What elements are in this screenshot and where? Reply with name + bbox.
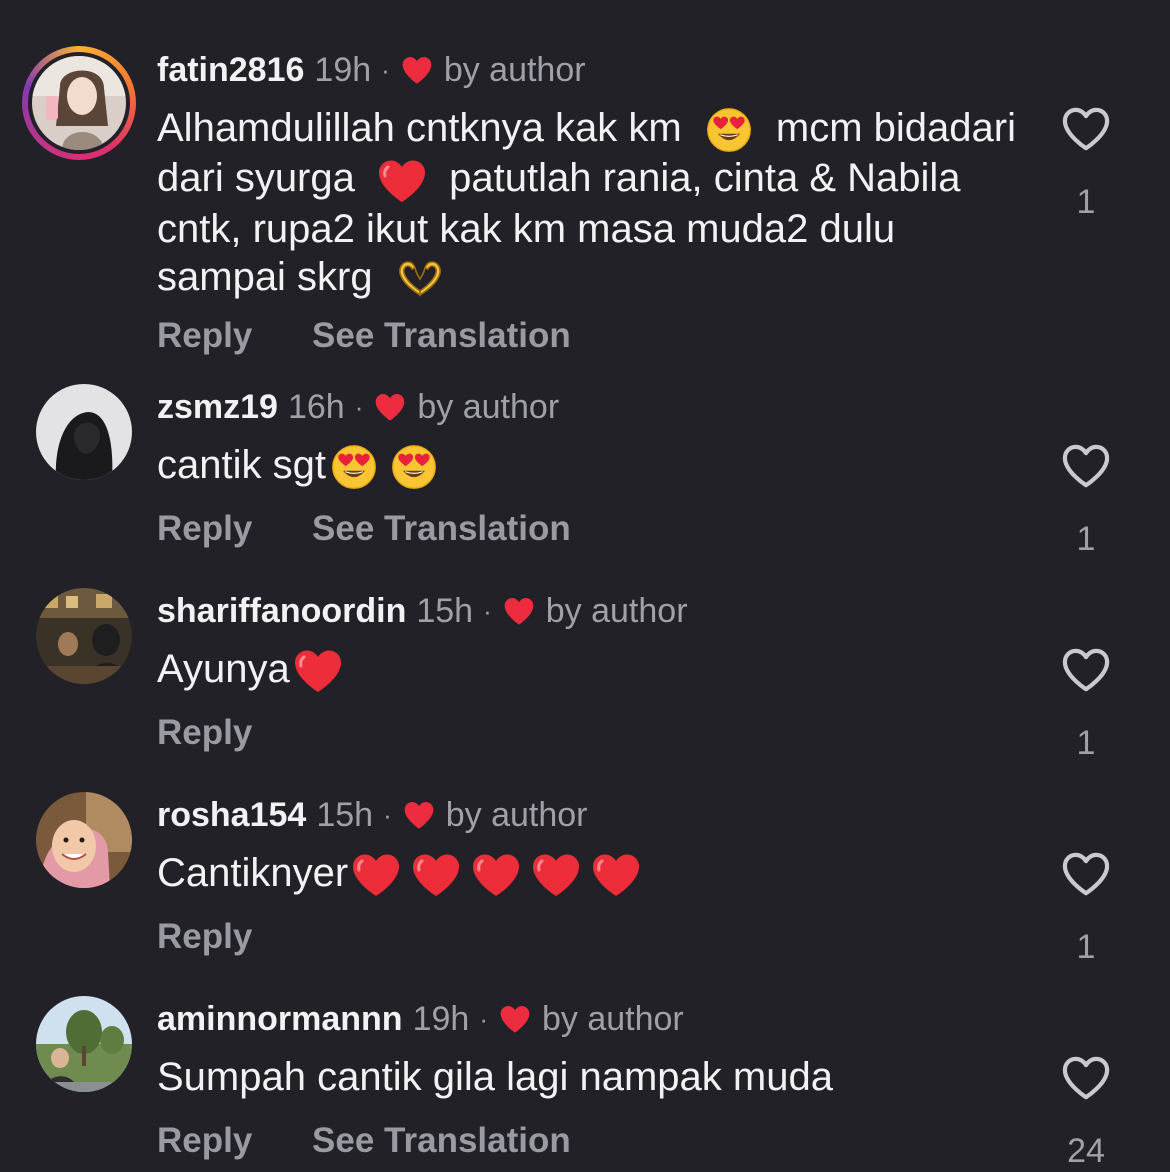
- like-heart-icon[interactable]: [1060, 106, 1112, 152]
- username[interactable]: fatin2816: [157, 50, 304, 90]
- heart-eyes-emoji: [388, 443, 440, 491]
- comment-text: Ayunya: [157, 645, 1017, 695]
- liked-by-author-label: by author: [417, 388, 560, 426]
- see-translation-button[interactable]: See Translation: [312, 1121, 571, 1161]
- timestamp: 19h: [412, 1000, 470, 1038]
- like-count: 24: [1067, 1132, 1105, 1170]
- reply-button[interactable]: Reply: [157, 316, 252, 356]
- comment-meta: aminnormannn 19h · by author: [157, 999, 684, 1039]
- avatar-image: [36, 384, 132, 480]
- reply-button[interactable]: Reply: [157, 713, 252, 753]
- comment-meta: shariffanoordin 15h · by author: [157, 591, 688, 631]
- liked-by-author-heart-icon: [402, 800, 436, 830]
- liked-by-author-label: by author: [443, 51, 586, 89]
- heart-eyes-emoji: [328, 443, 380, 491]
- like-heart-icon[interactable]: [1060, 1055, 1112, 1101]
- username[interactable]: zsmz19: [157, 387, 278, 427]
- comment-actions: Reply See Translation: [157, 316, 571, 356]
- like-heart-icon[interactable]: [1060, 647, 1112, 693]
- like-heart-icon[interactable]: [1060, 851, 1112, 897]
- timestamp: 16h: [287, 388, 345, 426]
- comment-text-part: cantik sgt: [157, 443, 326, 487]
- comment-actions: Reply See Translation: [157, 509, 571, 549]
- liked-by-author-heart-icon: [400, 55, 434, 85]
- heart-eyes-emoji: [703, 106, 755, 154]
- liked-by-author-heart-icon: [373, 392, 407, 422]
- avatar[interactable]: [36, 384, 132, 480]
- avatar[interactable]: [36, 792, 132, 888]
- separator-dot: ·: [483, 596, 492, 626]
- avatar[interactable]: [36, 996, 132, 1092]
- liked-by-author-label: by author: [445, 796, 588, 834]
- username[interactable]: rosha154: [157, 795, 306, 835]
- heart-hands-emoji: [394, 255, 446, 303]
- comment-meta: rosha154 15h · by author: [157, 795, 588, 835]
- red-heart-emoji: [470, 851, 522, 899]
- red-heart-emoji: [350, 851, 402, 899]
- username[interactable]: aminnormannn: [157, 999, 403, 1039]
- like-count: 1: [1076, 183, 1096, 221]
- avatar-image: [36, 996, 132, 1092]
- separator-dot: ·: [383, 800, 392, 830]
- like-count: 1: [1076, 724, 1096, 762]
- avatar[interactable]: [32, 56, 126, 150]
- see-translation-button[interactable]: See Translation: [312, 509, 571, 549]
- reply-button[interactable]: Reply: [157, 509, 252, 549]
- reply-button[interactable]: Reply: [157, 917, 252, 957]
- comment-meta: fatin2816 19h · by author: [157, 50, 586, 90]
- comment-text: Sumpah cantik gila lagi nampak muda: [157, 1053, 1017, 1101]
- liked-by-author-heart-icon: [502, 596, 536, 626]
- liked-by-author-label: by author: [541, 1000, 684, 1038]
- like-count: 1: [1076, 520, 1096, 558]
- comment-actions: Reply: [157, 917, 252, 957]
- separator-dot: ·: [479, 1004, 488, 1034]
- comment-text-part: Ayunya: [157, 647, 290, 691]
- comment-text-part: Alhamdulillah cntknya kak km: [157, 106, 682, 150]
- red-heart-emoji: [410, 851, 462, 899]
- red-heart-emoji: [590, 851, 642, 899]
- liked-by-author-label: by author: [545, 592, 688, 630]
- timestamp: 19h: [314, 51, 372, 89]
- separator-dot: ·: [381, 55, 390, 85]
- timestamp: 15h: [316, 796, 374, 834]
- timestamp: 15h: [416, 592, 474, 630]
- comment-actions: Reply: [157, 713, 252, 753]
- red-heart-emoji: [376, 157, 428, 205]
- separator-dot: ·: [354, 392, 364, 422]
- liked-by-author-heart-icon: [498, 1004, 532, 1034]
- avatar[interactable]: [36, 588, 132, 684]
- comment-text-part: Cantiknyer: [157, 851, 349, 895]
- username[interactable]: shariffanoordin: [157, 591, 406, 631]
- red-heart-emoji: [530, 851, 582, 899]
- comment-actions: Reply See Translation: [157, 1121, 571, 1161]
- avatar-image: [36, 792, 132, 888]
- red-heart-emoji: [292, 647, 344, 695]
- avatar-image: [36, 588, 132, 684]
- see-translation-button[interactable]: See Translation: [312, 316, 571, 356]
- comment-text: cantik sgt: [157, 441, 1017, 491]
- comment-text: Alhamdulillah cntknya kak km mcm bidadar…: [157, 104, 1017, 303]
- comment-text-part: Sumpah cantik gila lagi nampak muda: [157, 1055, 833, 1099]
- avatar-story-ring[interactable]: [22, 46, 136, 160]
- comment-meta: zsmz19 16h · by author: [157, 387, 559, 427]
- avatar-image: [32, 56, 126, 150]
- like-count: 1: [1076, 928, 1096, 966]
- like-heart-icon[interactable]: [1060, 443, 1112, 489]
- reply-button[interactable]: Reply: [157, 1121, 252, 1161]
- comment-text: Cantiknyer: [157, 849, 1017, 899]
